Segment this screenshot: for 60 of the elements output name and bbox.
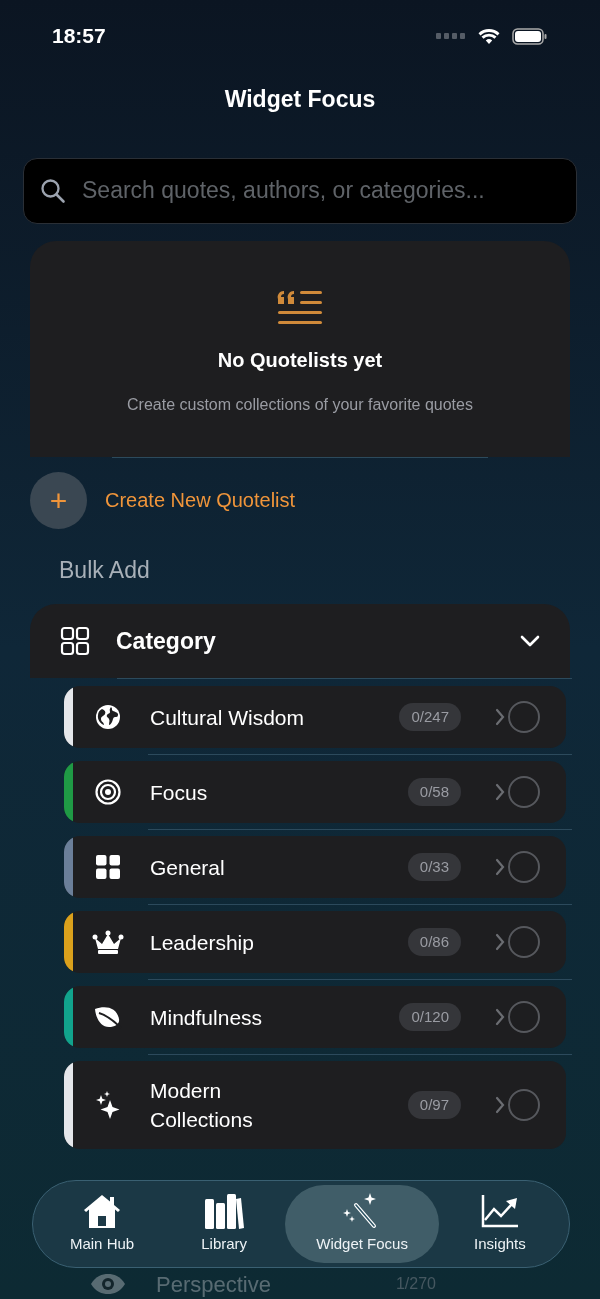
select-checkbox[interactable] <box>508 926 540 958</box>
category-dropdown-header[interactable]: Category <box>30 604 570 678</box>
section-heading: Bulk Add <box>59 555 151 585</box>
empty-state-title: No Quotelists yet <box>217 347 383 373</box>
count-label: 1/270 <box>395 1274 436 1294</box>
eye-icon <box>90 1273 126 1295</box>
select-checkbox[interactable] <box>508 1001 540 1033</box>
category-row[interactable]: Leadership 0/86 <box>64 911 566 973</box>
category-label: Cultural Wisdom <box>150 704 306 731</box>
trend-chart-icon <box>479 1192 520 1229</box>
books-icon <box>204 1192 245 1229</box>
category-label: Focus <box>150 779 209 806</box>
search-field[interactable]: Search quotes, authors, or categories... <box>23 157 577 224</box>
chevron-right-icon <box>495 708 505 726</box>
tab-bar-item[interactable]: Main Hub <box>41 1185 164 1263</box>
category-row[interactable]: Mindfulness 0/120 <box>64 986 566 1048</box>
crown-icon <box>92 930 124 954</box>
select-checkbox[interactable] <box>508 776 540 808</box>
count-badge: 0/97 <box>407 1090 461 1120</box>
chevron-right-icon <box>495 1096 505 1114</box>
signal-icon <box>436 33 466 39</box>
tab-bar-item[interactable]: Library <box>163 1185 286 1263</box>
battery-icon <box>512 27 548 45</box>
status-time: 18:57 <box>52 23 106 50</box>
select-checkbox[interactable] <box>508 701 540 733</box>
chevron-right-icon <box>495 783 505 801</box>
select-checkbox[interactable] <box>508 851 540 883</box>
grid-icon <box>60 626 90 656</box>
count-badge: 0/247 <box>399 702 461 732</box>
category-row[interactable]: Cultural Wisdom 0/247 <box>64 686 566 748</box>
chevron-right-icon <box>495 933 505 951</box>
empty-state-subtitle: Create custom collections of your favorite quotes <box>127 394 473 415</box>
globe-icon <box>95 704 121 730</box>
category-label: General <box>150 854 226 881</box>
category-row[interactable]: Modern Collections 0/97 <box>64 1061 566 1149</box>
chevron-right-icon <box>495 858 505 876</box>
chevron-right-icon <box>495 1008 505 1026</box>
category-label: Modern Collections <box>150 1078 254 1133</box>
target-icon <box>95 779 121 805</box>
create-quotelist-link[interactable]: Create New Quotelist <box>105 485 296 515</box>
home-icon <box>82 1192 123 1229</box>
search-icon <box>40 177 66 204</box>
count-badge: 0/33 <box>407 852 461 882</box>
count-badge: 0/58 <box>407 777 461 807</box>
category-row[interactable]: General 0/33 <box>64 836 566 898</box>
tab-bar-item[interactable]: Insights <box>438 1185 561 1263</box>
grid-icon <box>96 855 120 879</box>
add-button[interactable]: + <box>30 471 87 529</box>
category-label: Leadership <box>150 929 255 956</box>
select-checkbox[interactable] <box>508 1089 540 1121</box>
count-badge: 0/120 <box>399 1002 461 1032</box>
page-title: Widget Focus <box>224 85 376 114</box>
chevron-down-icon <box>520 635 540 647</box>
tab-bar-item[interactable]: Widget Focus <box>285 1185 439 1263</box>
wifi-icon <box>478 27 500 45</box>
leaf-icon <box>93 1005 123 1029</box>
category-row[interactable]: Focus 0/58 <box>64 761 566 823</box>
sparkles-icon <box>95 1090 121 1120</box>
count-badge: 0/86 <box>407 927 461 957</box>
category-label: Mindfulness <box>150 1004 264 1031</box>
